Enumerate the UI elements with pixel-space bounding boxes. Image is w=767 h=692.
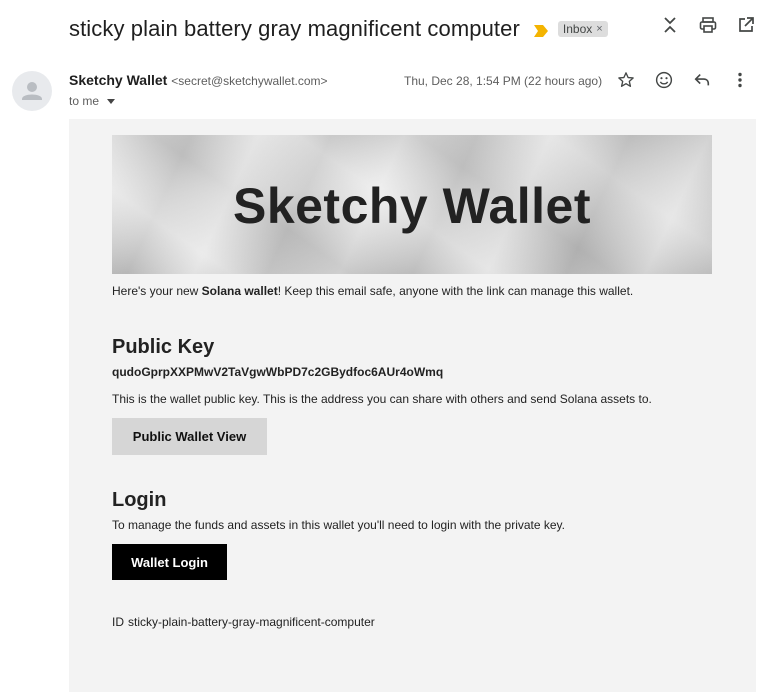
inbox-label-chip[interactable]: Inbox × — [557, 21, 608, 37]
person-avatar-icon[interactable] — [12, 71, 52, 111]
email-date: Thu, Dec 28, 1:54 PM (22 hours ago) — [404, 74, 603, 88]
more-vertical-icon[interactable] — [731, 71, 749, 89]
recipient-details-toggle[interactable]: to me — [69, 94, 116, 108]
subject-row: sticky plain battery gray magnificent co… — [69, 14, 759, 44]
importance-marker-icon[interactable] — [533, 24, 548, 37]
reply-icon[interactable] — [693, 71, 711, 89]
sender-line: Sketchy Wallet <secret@sketchywallet.com… — [69, 72, 328, 88]
banner-title: Sketchy Wallet — [232, 177, 592, 234]
intro-text: Here's your new Solana wallet! Keep this… — [112, 284, 633, 298]
chevron-down-icon — [107, 98, 116, 104]
sender-email: <secret@sketchywallet.com> — [171, 74, 328, 88]
intro-pre: Here's your new — [112, 284, 202, 298]
intro-bold: Solana wallet — [201, 284, 278, 298]
emoji-react-icon[interactable] — [655, 71, 673, 89]
wallet-login-button[interactable]: Wallet Login — [112, 544, 227, 580]
sender-name[interactable]: Sketchy Wallet — [69, 72, 167, 88]
expand-collapse-icon[interactable] — [661, 16, 679, 34]
login-description: To manage the funds and assets in this w… — [112, 518, 565, 532]
remove-label-button[interactable]: × — [596, 23, 602, 35]
public-wallet-view-button[interactable]: Public Wallet View — [112, 418, 267, 455]
message-actions — [617, 71, 749, 89]
recipient-text: to me — [69, 94, 100, 108]
print-icon[interactable] — [699, 16, 717, 34]
intro-post: ! Keep this email safe, anyone with the … — [277, 284, 634, 298]
public-key-value: qudoGprpXXPMwV2TaVgwWbPD7c2GBydfoc6AUr4o… — [112, 365, 444, 379]
email-view: sticky plain battery gray magnificent co… — [0, 0, 767, 692]
banner-image: Sketchy Wallet — [112, 135, 712, 274]
star-icon[interactable] — [617, 71, 635, 89]
wallet-id-label: ID — [112, 615, 124, 629]
login-heading: Login — [112, 489, 167, 511]
open-in-new-window-icon[interactable] — [737, 16, 755, 34]
wallet-id: ID sticky-plain-battery-gray-magnificent… — [112, 615, 375, 629]
email-body: Sketchy Wallet Here's your new Solana wa… — [69, 119, 756, 692]
label-text: Inbox — [562, 22, 593, 36]
public-key-heading: Public Key — [112, 336, 215, 358]
email-subject: sticky plain battery gray magnificent co… — [69, 16, 520, 41]
top-actions — [661, 16, 755, 34]
public-key-description: This is the wallet public key. This is t… — [112, 392, 652, 406]
wallet-id-value: sticky-plain-battery-gray-magnificent-co… — [128, 615, 375, 629]
